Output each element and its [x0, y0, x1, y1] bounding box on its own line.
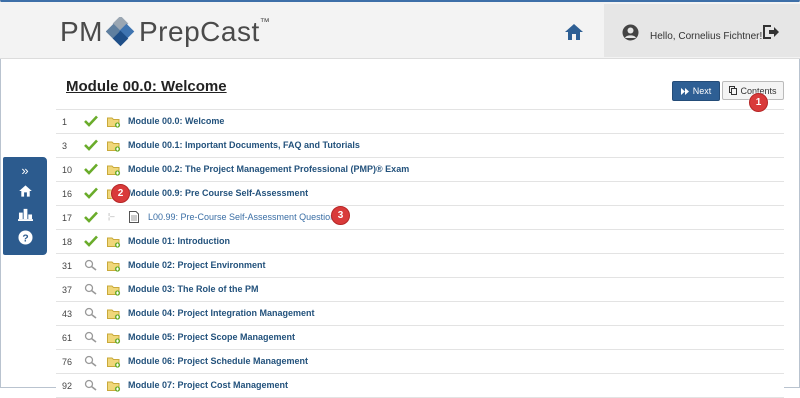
row-number: 18 [62, 237, 73, 247]
sidebar-help-button[interactable]: ? [15, 228, 35, 246]
copy-icon [729, 86, 738, 95]
module-link[interactable]: Module 06: Project Schedule Management [128, 356, 308, 366]
row-number: 76 [62, 357, 73, 367]
logout-icon[interactable] [762, 24, 780, 40]
sidebar-stats-button[interactable] [15, 205, 35, 223]
side-toolbar: » ? [3, 157, 47, 255]
magnifier-icon [84, 379, 97, 391]
home-icon[interactable] [564, 22, 584, 42]
folder-plus-icon[interactable] [107, 356, 121, 368]
logo-diamond-icon [106, 17, 135, 47]
module-row[interactable]: 43 Module 04: Project Integration Managem… [56, 302, 784, 326]
logo-text-pm: PM [60, 16, 103, 47]
module-link[interactable]: Module 00.0: Welcome [128, 116, 224, 126]
folder-plus-icon[interactable] [107, 116, 121, 128]
checkmark-icon [84, 235, 98, 247]
callout-marker-1: 1 [749, 93, 768, 112]
module-row[interactable]: 3 Module 00.1: Important Documents, FAQ a… [56, 134, 784, 158]
checkmark-icon [84, 163, 98, 175]
header-bar: PM PrepCast ™ Hello, Cornelius Fichtner! [0, 2, 800, 59]
logo-text-prepcast: PrepCast [139, 16, 260, 47]
checkmark-icon [84, 115, 98, 127]
row-number: 1 [62, 117, 68, 127]
folder-plus-icon[interactable] [107, 260, 121, 272]
row-number: 43 [62, 309, 73, 319]
lesson-link[interactable]: L00.99: Pre-Course Self-Assessment Quest… [148, 212, 340, 222]
user-greeting: Hello, Cornelius Fichtner! [650, 31, 763, 42]
module-link[interactable]: Module 07: Project Cost Management [128, 380, 288, 390]
help-icon: ? [17, 229, 33, 245]
document-icon [129, 211, 139, 223]
folder-plus-icon[interactable] [107, 140, 121, 152]
module-row[interactable]: 16 Module 00.9: Pre Course Self-Assessmen… [56, 182, 784, 206]
module-row[interactable]: 31 Module 02: Project Environment [56, 254, 784, 278]
folder-plus-icon[interactable] [107, 380, 121, 392]
module-row[interactable]: 18 Module 01: Introduction [56, 230, 784, 254]
callout-marker-2: 2 [111, 184, 130, 203]
callout-marker-3: 3 [331, 206, 350, 225]
expand-sidebar-button[interactable]: » [15, 161, 35, 179]
user-panel: Hello, Cornelius Fichtner! [604, 4, 800, 57]
row-number: 3 [62, 141, 68, 151]
prepcast-logo[interactable]: PM PrepCast ™ [60, 14, 270, 50]
bar-chart-icon [17, 208, 33, 221]
magnifier-icon [84, 307, 97, 319]
sidebar-home-button[interactable] [15, 182, 35, 200]
folder-plus-icon[interactable] [107, 332, 121, 344]
row-number: 10 [62, 165, 73, 175]
lesson-row[interactable]: 17 ¦– L00.99: Pre-Course Self-Assessment Q… [56, 206, 784, 230]
module-row[interactable]: 92 Module 07: Project Cost Management [56, 374, 784, 398]
row-number: 61 [62, 333, 73, 343]
fast-forward-icon [680, 87, 689, 95]
magnifier-icon [84, 331, 97, 343]
folder-plus-icon[interactable] [107, 236, 121, 248]
module-row[interactable]: 61 Module 05: Project Scope Management [56, 326, 784, 350]
user-avatar-icon [622, 24, 639, 41]
page-title: Module 00.0: Welcome [66, 78, 227, 95]
checkmark-icon [84, 187, 98, 199]
module-link[interactable]: Module 00.9: Pre Course Self-Assessment [128, 188, 308, 198]
module-list: 1 Module 00.0: Welcome 3 Module 00.1: Impor… [56, 109, 784, 398]
module-link[interactable]: Module 00.1: Important Documents, FAQ an… [128, 140, 360, 150]
checkmark-icon [84, 139, 98, 151]
module-link[interactable]: Module 03: The Role of the PM [128, 284, 259, 294]
row-number: 16 [62, 189, 73, 199]
module-link[interactable]: Module 02: Project Environment [128, 260, 266, 270]
module-link[interactable]: Module 04: Project Integration Managemen… [128, 308, 315, 318]
row-number: 37 [62, 285, 73, 295]
folder-plus-icon[interactable] [107, 164, 121, 176]
magnifier-icon [84, 355, 97, 367]
home-icon [18, 185, 32, 197]
logo-trademark: ™ [259, 16, 270, 28]
folder-plus-icon[interactable] [107, 284, 121, 296]
module-link[interactable]: Module 01: Introduction [128, 236, 230, 246]
svg-text:?: ? [22, 233, 28, 244]
row-number: 31 [62, 261, 73, 271]
magnifier-icon [84, 259, 97, 271]
tree-connector: ¦– [108, 212, 115, 221]
next-button-label: Next [692, 86, 712, 96]
next-button[interactable]: Next [672, 81, 720, 101]
module-link[interactable]: Module 05: Project Scope Management [128, 332, 295, 342]
module-link[interactable]: Module 00.2: The Project Management Prof… [128, 164, 409, 174]
module-row[interactable]: 76 Module 06: Project Schedule Management [56, 350, 784, 374]
double-chevron-right-icon: » [21, 162, 29, 178]
row-number: 17 [62, 213, 73, 223]
row-number: 92 [62, 381, 73, 391]
checkmark-icon [84, 211, 98, 223]
folder-plus-icon[interactable] [107, 308, 121, 320]
module-row[interactable]: 10 Module 00.2: The Project Management Pr… [56, 158, 784, 182]
module-row[interactable]: 37 Module 03: The Role of the PM [56, 278, 784, 302]
module-row[interactable]: 1 Module 00.0: Welcome [56, 110, 784, 134]
magnifier-icon [84, 283, 97, 295]
